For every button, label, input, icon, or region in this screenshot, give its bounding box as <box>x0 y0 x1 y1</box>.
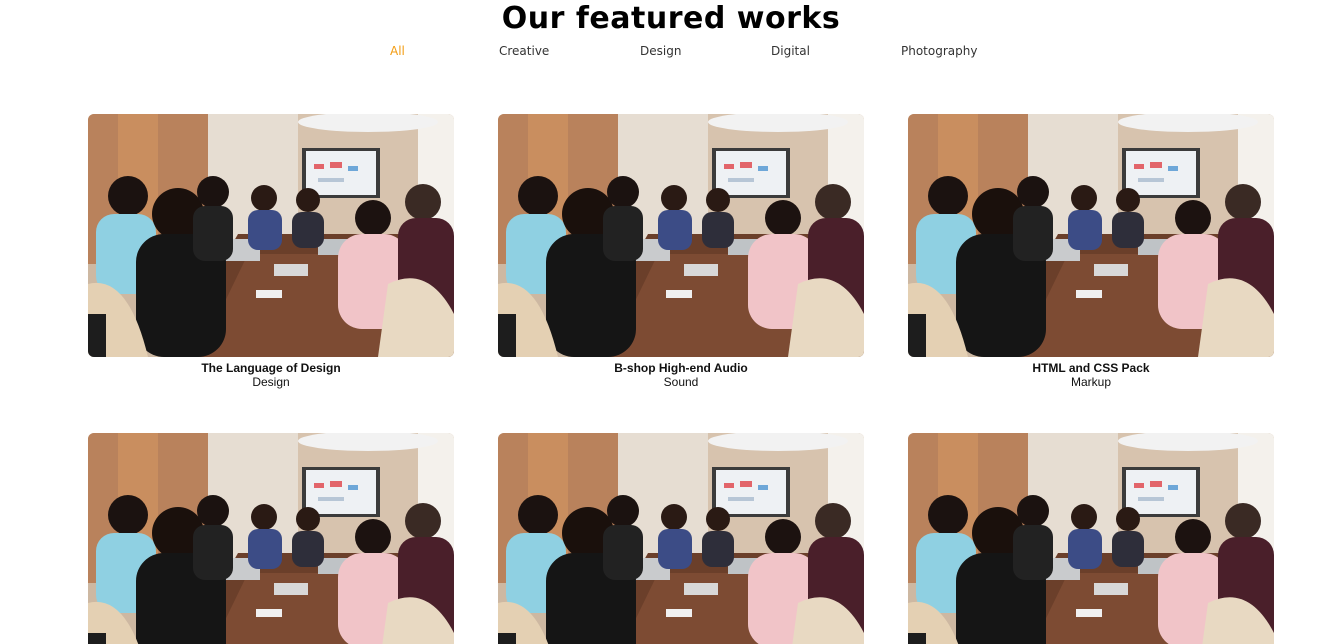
filter-photography[interactable]: Photography <box>901 43 977 59</box>
filter-creative[interactable]: Creative <box>499 43 549 59</box>
work-thumbnail[interactable] <box>88 114 454 357</box>
filter-digital[interactable]: Digital <box>771 43 810 59</box>
work-title: HTML and CSS Pack <box>1032 361 1150 375</box>
work-thumbnail[interactable] <box>498 433 864 644</box>
work-thumbnail[interactable] <box>88 433 454 644</box>
work-thumbnail[interactable] <box>908 114 1274 357</box>
work-card[interactable] <box>908 433 1274 644</box>
portfolio-filter-nav: All Creative Design Digital Photography <box>0 43 1342 59</box>
work-card[interactable] <box>88 433 454 644</box>
work-thumbnail[interactable] <box>498 114 864 357</box>
work-category: Sound <box>663 375 699 389</box>
work-category: Markup <box>1070 375 1111 389</box>
work-card[interactable]: The Language of Design Design <box>88 114 454 389</box>
filter-all[interactable]: All <box>390 43 405 59</box>
filter-design[interactable]: Design <box>640 43 681 59</box>
work-card[interactable]: HTML and CSS Pack Markup <box>908 114 1274 389</box>
work-title: B-shop High-end Audio <box>614 361 748 375</box>
page-title: Our featured works <box>501 1 841 36</box>
work-thumbnail[interactable] <box>908 433 1274 644</box>
work-category: Design <box>252 375 290 389</box>
work-card[interactable] <box>498 433 864 644</box>
work-title: The Language of Design <box>201 361 341 375</box>
work-card[interactable]: B-shop High-end Audio Sound <box>498 114 864 389</box>
